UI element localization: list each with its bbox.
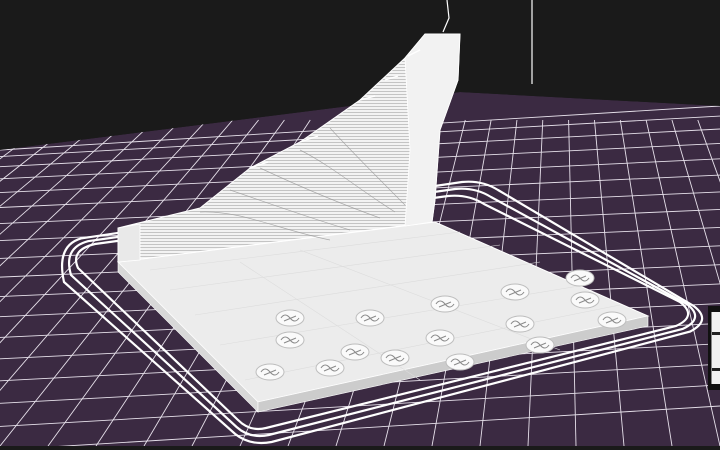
engraved-label: [341, 344, 369, 360]
engraved-label: [446, 354, 474, 370]
engraved-label: [566, 270, 594, 286]
engraved-label: [431, 296, 459, 312]
engraved-label: [276, 310, 304, 326]
engraved-label: [526, 337, 554, 353]
engraved-label: [276, 332, 304, 348]
engraved-label: [256, 364, 284, 380]
engraved-label: [506, 316, 534, 332]
engraved-label: [356, 310, 384, 326]
engraved-label: [598, 312, 626, 328]
scene-svg: [0, 0, 720, 446]
engraved-label: [316, 360, 344, 376]
engraved-label: [571, 292, 599, 308]
engraved-label: [381, 350, 409, 366]
engraved-label: [426, 330, 454, 346]
right-edge-panel-handle[interactable]: [711, 312, 720, 384]
engraved-label: [501, 284, 529, 300]
panel-notch: [712, 368, 720, 371]
3d-toolpath-viewport[interactable]: [0, 0, 720, 446]
panel-notch: [712, 332, 720, 335]
